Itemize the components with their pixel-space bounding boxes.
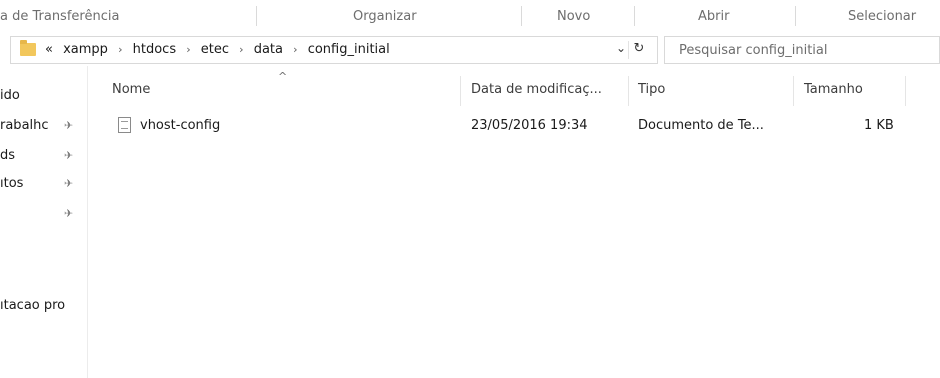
file-name: vhost-config	[140, 118, 221, 133]
nav-item-pictures[interactable]: ✈	[0, 204, 88, 226]
ribbon-group-organize[interactable]: Organizar	[353, 9, 417, 24]
column-separator[interactable]	[628, 76, 629, 106]
chevron-right-icon[interactable]: ›	[293, 43, 297, 56]
breadcrumb-item-config-initial[interactable]: config_initial	[308, 42, 390, 57]
file-date-modified: 23/05/2016 19:34	[471, 118, 588, 133]
ribbon-separator	[795, 6, 796, 26]
ribbon-group-new[interactable]: Novo	[557, 9, 590, 24]
nav-item-downloads[interactable]: ds ✈	[0, 146, 88, 168]
column-header-name[interactable]: Nome	[112, 82, 150, 97]
nav-item-documents[interactable]: ıtos ✈	[0, 174, 88, 196]
chevron-right-icon[interactable]: ›	[239, 43, 243, 56]
nav-item-label: ıtos	[0, 176, 24, 191]
breadcrumb: « xampp › htdocs › etec › data › config_…	[45, 42, 396, 57]
address-bar[interactable]: « xampp › htdocs › etec › data › config_…	[10, 36, 658, 64]
nav-item-label: ds	[0, 148, 16, 163]
sort-ascending-icon: ^	[278, 70, 288, 83]
nav-item-label: ıtacao pro	[0, 298, 66, 313]
pin-icon[interactable]: ✈	[64, 177, 73, 190]
file-list: ^ Nome Data de modificaç... Tipo Tamanho…	[88, 66, 940, 378]
ribbon-separator	[256, 6, 257, 26]
navigation-pane: ido rabalhc ✈ ds ✈ ıtos ✈ ✈ ıtacao pro	[0, 66, 88, 378]
chevron-right-icon[interactable]: ›	[118, 43, 122, 56]
pin-icon[interactable]: ✈	[64, 149, 73, 162]
nav-item-folder[interactable]: ıtacao pro	[0, 296, 88, 318]
search-box	[664, 36, 940, 64]
folder-icon	[20, 40, 36, 56]
chevron-right-icon[interactable]: ›	[186, 43, 190, 56]
nav-item-label: ido	[0, 88, 20, 103]
ribbon-separator	[521, 6, 522, 26]
file-row[interactable]: vhost-config 23/05/2016 19:34 Documento …	[88, 116, 940, 138]
refresh-icon[interactable]: ↻	[628, 41, 649, 59]
column-header-date-modified[interactable]: Data de modificaç...	[471, 82, 602, 97]
search-input[interactable]	[679, 41, 929, 59]
nav-item-quick-access[interactable]: ido	[0, 86, 88, 108]
breadcrumb-item-xampp[interactable]: xampp	[63, 42, 108, 57]
pin-icon[interactable]: ✈	[64, 207, 73, 220]
ribbon-group-select[interactable]: Selecionar	[848, 9, 916, 24]
file-size: 1 KB	[864, 118, 894, 133]
breadcrumb-item-htdocs[interactable]: htdocs	[133, 42, 176, 57]
ribbon-separator	[634, 6, 635, 26]
ribbon-group-open[interactable]: Abrir	[698, 9, 729, 24]
column-separator[interactable]	[460, 76, 461, 106]
column-header-size[interactable]: Tamanho	[804, 82, 863, 97]
column-header-type[interactable]: Tipo	[638, 82, 665, 97]
nav-item-desktop[interactable]: rabalhc ✈	[0, 116, 88, 138]
breadcrumb-overflow[interactable]: «	[45, 42, 53, 57]
file-type: Documento de Te...	[638, 118, 764, 133]
text-file-icon	[118, 117, 131, 133]
nav-item-label: rabalhc	[0, 118, 49, 133]
ribbon: a de Transferência Organizar Novo Abrir …	[0, 0, 940, 34]
pin-icon[interactable]: ✈	[64, 119, 73, 132]
breadcrumb-item-data[interactable]: data	[254, 42, 283, 57]
chevron-down-icon[interactable]: ⌄	[616, 41, 626, 55]
breadcrumb-item-etec[interactable]: etec	[201, 42, 229, 57]
column-separator[interactable]	[793, 76, 794, 106]
column-separator[interactable]	[905, 76, 906, 106]
ribbon-group-clipboard[interactable]: a de Transferência	[0, 9, 119, 24]
